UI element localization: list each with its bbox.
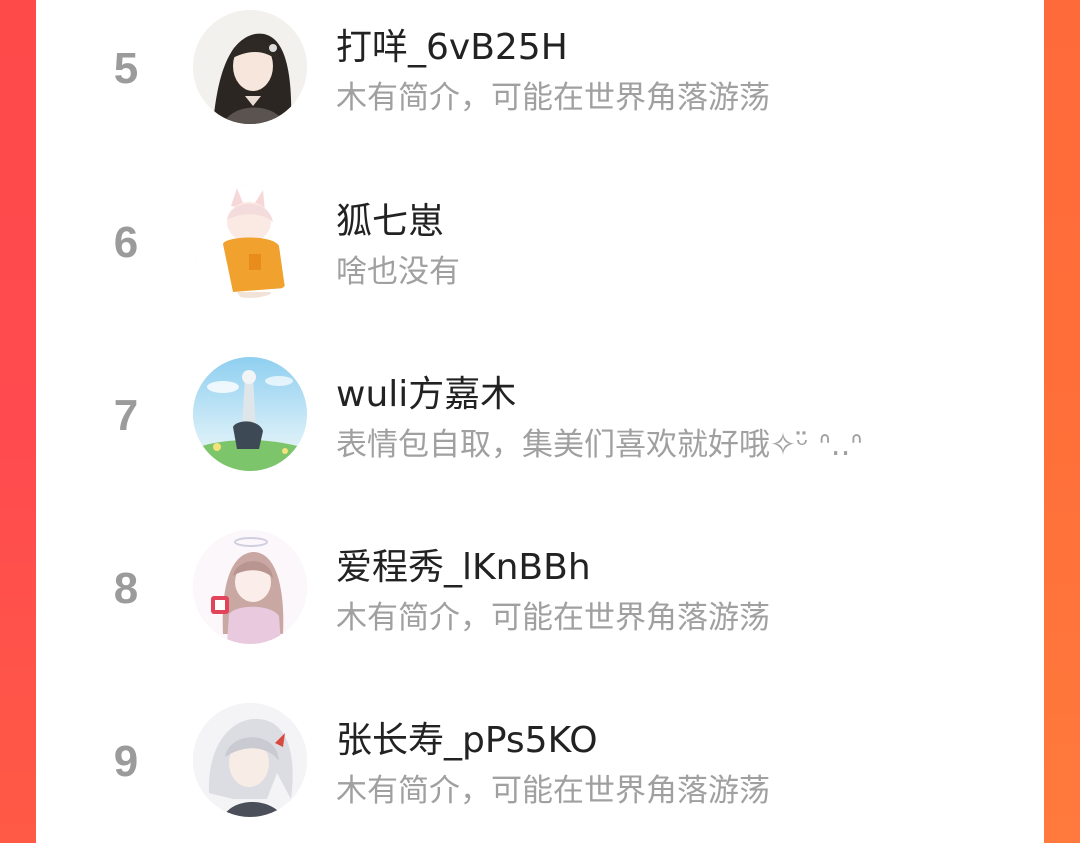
user-name[interactable]: 打咩_6vB25H [336,18,568,70]
rank-number: 5 [113,44,139,93]
list-item[interactable]: 7 wuli方嘉木 表情包自取，集美们喜欢就好哦✧ᵕ̈ ᐢ..ᐢ [36,347,1044,507]
user-bio: 啥也没有 [336,254,460,290]
ranking-list: 5 打咩_6vB25H 木有简介，可能在世界角落游荡 6 狐七崽 啥也没有 7 … [36,0,1044,843]
sky-landscape-character-avatar[interactable] [193,357,307,471]
user-name[interactable]: 狐七崽 [336,192,444,244]
user-name[interactable]: 爱程秀_lKnBBh [336,538,591,590]
dark-haired-character-avatar[interactable] [193,10,307,124]
rank-number: 9 [113,737,139,786]
list-item[interactable]: 6 狐七崽 啥也没有 [36,174,1044,334]
user-bio: 表情包自取，集美们喜欢就好哦✧ᵕ̈ ᐢ..ᐢ [336,427,863,463]
right-accent-border [1044,0,1080,843]
user-bio: 木有简介，可能在世界角落游荡 [336,80,770,116]
list-item[interactable]: 9 张长寿_pPs5KO 木有简介，可能在世界角落游荡 [36,693,1044,853]
user-name[interactable]: wuli方嘉木 [336,365,516,417]
rank-number: 7 [113,391,139,440]
list-item[interactable]: 5 打咩_6vB25H 木有简介，可能在世界角落游荡 [36,0,1044,160]
white-haired-character-avatar[interactable] [193,703,307,817]
list-item[interactable]: 8 爱程秀_lKnBBh 木有简介，可能在世界角落游荡 [36,520,1044,680]
angel-girl-avatar[interactable] [193,530,307,644]
fox-ear-character-avatar[interactable] [193,184,307,298]
rank-number: 8 [113,564,139,613]
left-accent-border [0,0,36,843]
rank-number: 6 [113,218,139,267]
user-name[interactable]: 张长寿_pPs5KO [336,711,598,763]
user-bio: 木有简介，可能在世界角落游荡 [336,600,770,636]
user-bio: 木有简介，可能在世界角落游荡 [336,773,770,809]
